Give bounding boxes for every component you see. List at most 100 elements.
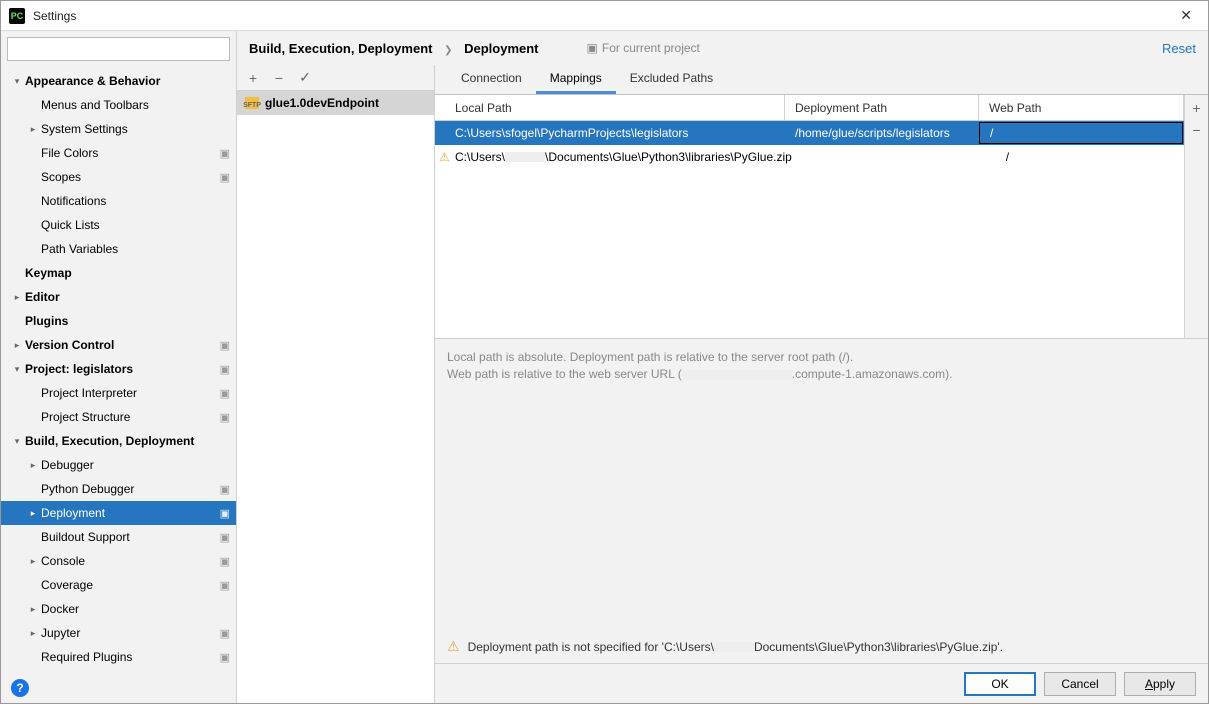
check-icon[interactable]: ✓ (295, 68, 315, 88)
tab-mappings[interactable]: Mappings (536, 65, 616, 94)
sidebar-item[interactable]: Plugins (1, 309, 236, 333)
sidebar-item[interactable]: ▸Editor (1, 285, 236, 309)
add-row-icon[interactable]: + (1188, 99, 1206, 117)
reset-link[interactable]: Reset (1162, 41, 1196, 56)
sidebar-item[interactable]: Coverage▣ (1, 573, 236, 597)
search-input[interactable] (7, 37, 230, 61)
help-row: ? (1, 673, 236, 703)
add-icon[interactable]: + (243, 68, 263, 88)
sidebar-item[interactable]: Menus and Toolbars (1, 93, 236, 117)
list-toolbar: + − ✓ (237, 65, 434, 91)
cell-web-path[interactable]: / (979, 122, 1183, 144)
tab-excluded-paths[interactable]: Excluded Paths (616, 65, 727, 94)
sidebar-item[interactable]: Project Structure▣ (1, 405, 236, 429)
sidebar-item-label: Editor (23, 290, 230, 304)
tabs: Connection Mappings Excluded Paths (435, 65, 1208, 95)
sidebar-item[interactable]: ▸System Settings (1, 117, 236, 141)
sidebar-item[interactable]: ▸Deployment▣ (1, 501, 236, 525)
chevron-right-icon: ❯ (444, 45, 452, 56)
remove-row-icon[interactable]: − (1188, 121, 1206, 139)
table-row[interactable]: C:\Users\sfogel\PycharmProjects\legislat… (435, 121, 1184, 145)
col-local-path[interactable]: Local Path (435, 95, 785, 120)
project-scope-icon: ▣ (220, 651, 230, 664)
for-current-project-label: ▣ For current project (587, 41, 700, 55)
sidebar-item-label: System Settings (39, 122, 230, 136)
config-item-glue[interactable]: SFTP glue1.0devEndpoint (237, 91, 434, 115)
warning-icon: ⚠ (447, 638, 460, 655)
sidebar-item[interactable]: Path Variables (1, 237, 236, 261)
main-panel: Build, Execution, Deployment ❯ Deploymen… (237, 31, 1208, 703)
config-list[interactable]: SFTP glue1.0devEndpoint (237, 91, 434, 703)
titlebar: PC Settings ✕ (1, 1, 1208, 31)
sidebar-item-label: Required Plugins (39, 650, 220, 664)
sidebar-item[interactable]: ▸Console▣ (1, 549, 236, 573)
sidebar-item-label: Keymap (23, 266, 230, 280)
sidebar-item[interactable]: Python Debugger▣ (1, 477, 236, 501)
tab-connection[interactable]: Connection (447, 65, 536, 94)
window-title: Settings (33, 9, 76, 23)
sidebar-item[interactable]: Scopes▣ (1, 165, 236, 189)
close-icon[interactable]: ✕ (1172, 3, 1200, 28)
cell-local-path[interactable]: C:\Users\sfogel\PycharmProjects\legislat… (435, 126, 785, 140)
sidebar-item-label: Build, Execution, Deployment (23, 434, 230, 448)
cell-deployment-path[interactable]: /home/glue/scripts/legislators (785, 126, 979, 140)
col-deployment-path[interactable]: Deployment Path (785, 95, 979, 120)
sidebar-item-label: Appearance & Behavior (23, 74, 230, 88)
sidebar-item[interactable]: ▸Debugger (1, 453, 236, 477)
sidebar-item[interactable]: Buildout Support▣ (1, 525, 236, 549)
sidebar-item[interactable]: Required Plugins▣ (1, 645, 236, 669)
sidebar-item[interactable]: ▾Project: legislators▣ (1, 357, 236, 381)
project-scope-icon: ▣ (220, 579, 230, 592)
dialog-footer: OK Cancel Apply (435, 663, 1208, 703)
sidebar-item-label: Quick Lists (39, 218, 230, 232)
sidebar-item[interactable]: Keymap (1, 261, 236, 285)
cell-web-path[interactable]: / (996, 146, 1184, 168)
sidebar-item[interactable]: ▾Build, Execution, Deployment (1, 429, 236, 453)
spacer (435, 387, 1208, 630)
apply-button[interactable]: Apply (1124, 672, 1196, 696)
sidebar-item-label: Project Structure (39, 410, 220, 424)
settings-tree[interactable]: ▾Appearance & BehaviorMenus and Toolbars… (1, 67, 236, 673)
sidebar-item[interactable]: ▸Docker (1, 597, 236, 621)
sidebar-item[interactable]: ▾Appearance & Behavior (1, 69, 236, 93)
warning-bar: ⚠ Deployment path is not specified for '… (435, 630, 1208, 663)
sidebar-item[interactable]: ▸Jupyter▣ (1, 621, 236, 645)
sidebar-item-label: Jupyter (39, 626, 220, 640)
settings-window: PC Settings ✕ 🔍 ▾Appearance & BehaviorMe… (0, 0, 1209, 704)
col-web-path[interactable]: Web Path (979, 95, 1184, 120)
deployment-list-panel: + − ✓ SFTP glue1.0devEndpoint (237, 65, 435, 703)
warning-text: Deployment path is not specified for 'C:… (468, 640, 1003, 654)
header: Build, Execution, Deployment ❯ Deploymen… (237, 31, 1208, 65)
sidebar-item[interactable]: Project Interpreter▣ (1, 381, 236, 405)
chevron-icon: ▾ (11, 364, 23, 375)
project-scope-icon: ▣ (220, 627, 230, 640)
sidebar-item[interactable]: File Colors▣ (1, 141, 236, 165)
sidebar-item[interactable]: Quick Lists (1, 213, 236, 237)
sidebar-item-label: Coverage (39, 578, 220, 592)
sidebar-item-label: File Colors (39, 146, 220, 160)
sidebar-item-label: Python Debugger (39, 482, 220, 496)
mappings-table-area: Local Path Deployment Path Web Path C:\U… (435, 95, 1208, 338)
chevron-icon: ▾ (11, 436, 23, 447)
paths-table: Local Path Deployment Path Web Path C:\U… (435, 95, 1184, 338)
info-line-1: Local path is absolute. Deployment path … (447, 349, 1196, 366)
cell-local-path[interactable]: ⚠C:\Users\\Documents\Glue\Python3\librar… (435, 150, 802, 164)
sidebar-item[interactable]: ▸Version Control▣ (1, 333, 236, 357)
ok-button[interactable]: OK (964, 672, 1036, 696)
breadcrumb-part-1: Build, Execution, Deployment (249, 41, 432, 56)
help-icon[interactable]: ? (11, 679, 29, 697)
content-row: + − ✓ SFTP glue1.0devEndpoint Connection (237, 65, 1208, 703)
project-scope-icon: ▣ (220, 411, 230, 424)
project-scope-icon: ▣ (220, 171, 230, 184)
table-row[interactable]: ⚠C:\Users\\Documents\Glue\Python3\librar… (435, 145, 1184, 169)
sidebar-item-label: Notifications (39, 194, 230, 208)
sidebar-item-label: Deployment (39, 506, 220, 520)
cancel-button[interactable]: Cancel (1044, 672, 1116, 696)
sidebar-item-label: Version Control (23, 338, 220, 352)
table-body[interactable]: C:\Users\sfogel\PycharmProjects\legislat… (435, 121, 1184, 338)
remove-icon[interactable]: − (269, 68, 289, 88)
sidebar-item-label: Project Interpreter (39, 386, 220, 400)
config-item-label: glue1.0devEndpoint (265, 96, 379, 110)
sidebar-item[interactable]: Notifications (1, 189, 236, 213)
breadcrumb-part-2: Deployment (464, 41, 538, 56)
